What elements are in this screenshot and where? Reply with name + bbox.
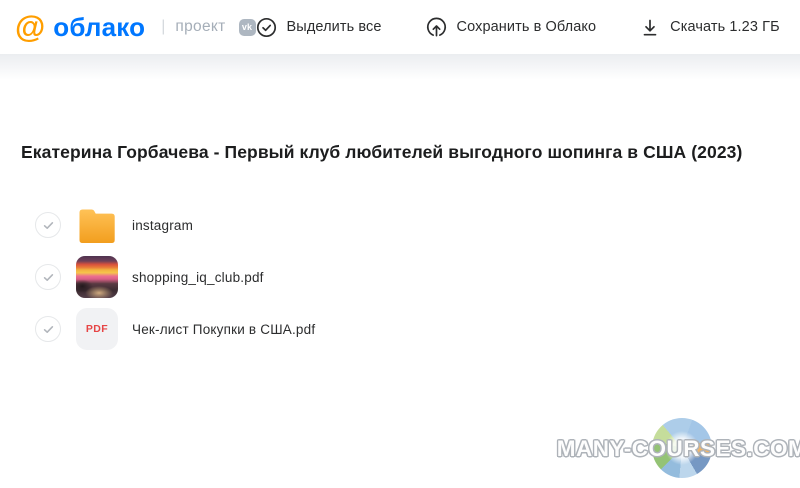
logo-divider: | — [161, 18, 165, 36]
folder-icon — [76, 204, 118, 246]
download-label: Скачать 1.23 ГБ — [670, 19, 780, 35]
vk-logo-icon: vk — [239, 19, 256, 36]
check-circle-icon — [256, 17, 277, 38]
save-to-cloud-label: Сохранить в Облако — [457, 19, 597, 35]
save-to-cloud-button[interactable]: Сохранить в Облако — [426, 17, 597, 38]
row-checkbox[interactable] — [35, 316, 61, 342]
file-name: shopping_iq_club.pdf — [132, 270, 264, 285]
row-checkbox[interactable] — [35, 264, 61, 290]
file-row-shopping-pdf[interactable]: shopping_iq_club.pdf — [35, 251, 779, 303]
share-content: Екатерина Горбачева - Первый клуб любите… — [0, 142, 800, 355]
cloud-logo[interactable]: @ облако | проект vk — [15, 12, 256, 43]
project-label: проект — [175, 18, 225, 36]
file-name: instagram — [132, 218, 193, 233]
watermark-text: MANY-COURSES.COM — [557, 436, 800, 462]
top-header: @ облако | проект vk Выделить все Сохран… — [0, 0, 800, 54]
header-actions: Выделить все Сохранить в Облако Скачать … — [256, 17, 780, 38]
select-all-label: Выделить все — [287, 19, 382, 35]
page-title: Екатерина Горбачева - Первый клуб любите… — [21, 142, 779, 163]
cloud-upload-icon — [426, 17, 447, 38]
file-list: instagram shopping_iq_club.pdf PDF — [21, 199, 779, 355]
select-all-button[interactable]: Выделить все — [256, 17, 382, 38]
file-row-checklist-pdf[interactable]: PDF Чек-лист Покупки в США.pdf — [35, 303, 779, 355]
download-icon — [640, 17, 660, 38]
mailru-at-icon: @ — [15, 11, 45, 42]
file-name: Чек-лист Покупки в США.pdf — [132, 322, 315, 337]
download-button[interactable]: Скачать 1.23 ГБ — [640, 17, 780, 38]
file-row-instagram[interactable]: instagram — [35, 199, 779, 251]
image-thumbnail — [76, 256, 118, 298]
watermark: MANY-COURSES.COM — [568, 418, 796, 480]
pdf-badge: PDF — [76, 308, 118, 350]
brand-name: облако — [53, 12, 145, 43]
row-checkbox[interactable] — [35, 212, 61, 238]
pdf-file-icon: PDF — [76, 308, 118, 350]
